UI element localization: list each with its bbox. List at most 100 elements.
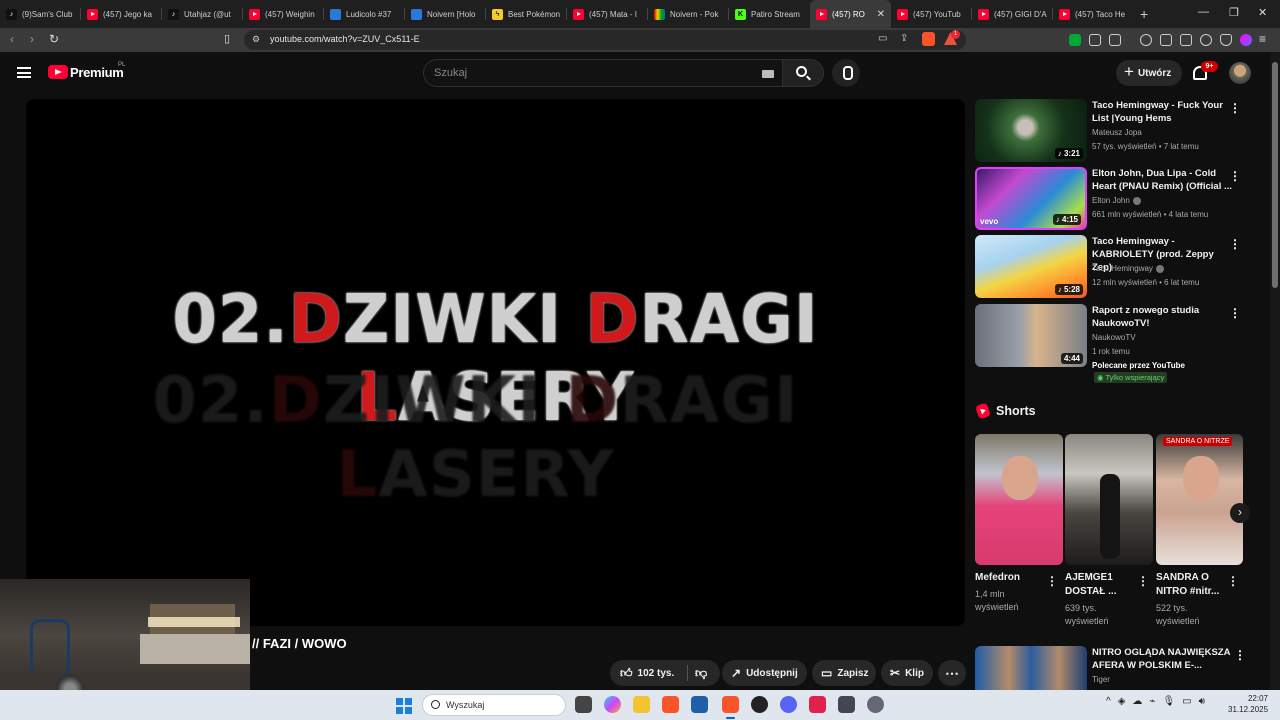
recommendation-item[interactable]: ♪ 5:28 Taco Hemingway - KABRIOLETY (prod… — [975, 235, 1255, 299]
task-view-icon[interactable] — [575, 696, 592, 713]
screenshot-icon[interactable] — [1109, 34, 1121, 46]
rec-channel[interactable]: Tiger — [1092, 675, 1110, 684]
discord-icon[interactable] — [780, 696, 797, 713]
rec-title[interactable]: Raport z nowego studia NaukowoTV! — [1092, 304, 1232, 330]
tab-weighin[interactable]: (457) Weighin — [243, 0, 324, 28]
back-icon[interactable]: ‹ — [10, 32, 14, 46]
thumbnail[interactable]: 4:44 — [975, 304, 1087, 367]
windows-start-icon[interactable] — [396, 698, 412, 714]
video-player[interactable]: 02.DZIWKI DRAGI LASERY 02.DZIWKI DRAGI L… — [26, 99, 965, 626]
forward-icon[interactable]: › — [30, 32, 34, 46]
cast-icon[interactable]: ▭ — [878, 33, 887, 44]
recommendation-item[interactable]: ♪ 3:21 Taco Hemingway - Fuck Your List |… — [975, 99, 1255, 163]
network-icon[interactable]: ⌁ — [1149, 696, 1155, 707]
create-button[interactable]: + Utwórz — [1116, 60, 1182, 86]
store-icon[interactable] — [691, 696, 708, 713]
logo-text[interactable]: Premium — [70, 65, 124, 80]
search-button[interactable] — [782, 59, 824, 87]
short-title[interactable]: AJEMGE1 DOSTAŁ ... — [1065, 571, 1135, 599]
tab-noivern-pok[interactable]: Noivern - Pok — [648, 0, 729, 28]
hamburger-menu-icon[interactable] — [17, 67, 31, 78]
display-icon[interactable]: ▭ — [1182, 696, 1191, 707]
obs-icon[interactable] — [751, 696, 768, 713]
more-options-icon[interactable]: ⋮ — [1229, 101, 1241, 115]
cloud-icon[interactable]: ☁ — [1132, 696, 1142, 707]
dislike-button[interactable]: 👎︎ — [695, 666, 707, 681]
save-button[interactable]: ▭ Zapisz — [812, 660, 876, 686]
tab-best-pokemon[interactable]: ϟ Best Pokémon — [486, 0, 567, 28]
recommendation-item[interactable]: 4:44 Raport z nowego studia NaukowoTV! N… — [975, 304, 1255, 368]
close-tab-icon[interactable]: ✕ — [877, 9, 885, 20]
thumbnail[interactable]: ♪ 5:28 — [975, 235, 1087, 298]
scrollbar-thumb[interactable] — [1272, 62, 1278, 288]
search-box[interactable]: Szukaj — [423, 59, 783, 87]
vivaldi-icon[interactable] — [809, 696, 826, 713]
short-thumbnail[interactable] — [1156, 434, 1243, 565]
microphone-icon[interactable]: 🎙︎ — [1162, 696, 1175, 707]
rec-title[interactable]: Elton John, Dua Lipa - Cold Heart (PNAU … — [1092, 167, 1232, 193]
share-button[interactable]: ↗ Udostępnij — [722, 660, 807, 686]
profile-icon[interactable] — [1240, 34, 1252, 46]
taskbar-search[interactable]: Wyszukaj — [422, 694, 566, 716]
tab-noivern-holo[interactable]: Noivern [Holo — [405, 0, 486, 28]
voice-search-button[interactable] — [832, 59, 860, 87]
more-options-icon[interactable]: ⋮ — [1229, 306, 1241, 320]
rec-channel[interactable]: Elton John — [1092, 196, 1141, 205]
search-input[interactable]: Szukaj — [434, 67, 467, 79]
tab-active-ro[interactable]: (457) RO ✕ — [810, 0, 891, 28]
reload-icon[interactable]: ↻ — [49, 32, 59, 46]
minimize-icon[interactable]: — — [1198, 6, 1209, 18]
clock[interactable]: 22:07 31.12.2025 — [1228, 693, 1268, 715]
more-options-icon[interactable]: ⋮ — [1046, 574, 1058, 588]
tab-sams-club[interactable]: ♪ (9)Sam's Club — [0, 0, 81, 28]
tab-patiro[interactable]: K Patiro Stream — [729, 0, 810, 28]
avatar[interactable] — [1229, 62, 1251, 84]
sidebar-icon[interactable] — [1160, 34, 1172, 46]
shorts-next-button[interactable]: › — [1230, 503, 1250, 523]
url-field[interactable]: ⚙ youtube.com/watch?v=ZUV_Cx511-E ▭ ⇪ 1 — [244, 30, 966, 50]
youtube-logo-icon[interactable] — [48, 65, 68, 79]
site-info-icon[interactable]: ⚙ — [252, 34, 260, 45]
close-window-icon[interactable]: ✕ — [1258, 6, 1267, 19]
vpn-icon[interactable] — [1220, 34, 1232, 46]
more-options-icon[interactable]: ⋮ — [1229, 169, 1241, 183]
bookmark-icon[interactable]: ▯ — [224, 32, 230, 45]
tab-utahjaz[interactable]: ♪ Utahjaz (@ut — [162, 0, 243, 28]
share-page-icon[interactable]: ⇪ — [900, 33, 908, 44]
brave-icon[interactable] — [662, 696, 679, 713]
rec-title[interactable]: Taco Hemingway - Fuck Your List |Young H… — [1092, 99, 1232, 125]
short-thumbnail[interactable] — [975, 434, 1063, 565]
tab-gigi[interactable]: (457) GIGI D'A — [972, 0, 1053, 28]
brave-shields-icon[interactable] — [922, 32, 935, 46]
wallet-icon[interactable] — [1180, 34, 1192, 46]
short-thumbnail[interactable] — [1065, 434, 1153, 565]
volume-icon[interactable]: 🔊︎ — [1199, 696, 1205, 707]
thumbnail[interactable]: ♪ 3:21 — [975, 99, 1087, 162]
thumbnail[interactable] — [975, 646, 1087, 690]
file-explorer-icon[interactable] — [633, 696, 650, 713]
thumbnail[interactable]: vevo ♪ 4:15 — [975, 167, 1087, 230]
tab-jego[interactable]: (457) Jego ka — [81, 0, 162, 28]
more-options-icon[interactable]: ⋮ — [1234, 648, 1246, 662]
tab-youtube[interactable]: (457) YouTub — [891, 0, 972, 28]
extension-icon[interactable] — [1069, 34, 1081, 46]
calculator-icon[interactable] — [838, 696, 855, 713]
leo-icon[interactable] — [1200, 34, 1212, 46]
tab-ludicolo[interactable]: Ludicolo #37 — [324, 0, 405, 28]
short-title[interactable]: SANDRA O NITRO #nitr... — [1156, 571, 1226, 599]
more-options-icon[interactable]: ⋮ — [1227, 574, 1239, 588]
copilot-icon[interactable] — [604, 696, 621, 713]
keyboard-icon[interactable] — [762, 70, 774, 78]
like-button[interactable]: 👍︎ 102 tys. — [620, 666, 674, 681]
puzzle-icon[interactable] — [1089, 34, 1101, 46]
tab-mata[interactable]: (457) Mata - I — [567, 0, 648, 28]
clip-button[interactable]: ✂ Klip — [881, 660, 933, 686]
music-icon[interactable] — [1140, 34, 1152, 46]
chevron-up-icon[interactable]: ^ — [1106, 696, 1111, 707]
more-actions-button[interactable]: ⋯ — [938, 660, 966, 686]
tray-app-icon[interactable]: ◈ — [1118, 696, 1126, 707]
rec-channel[interactable]: NaukowoTV — [1092, 333, 1136, 342]
more-options-icon[interactable]: ⋮ — [1137, 574, 1149, 588]
brave-active-icon[interactable] — [722, 696, 739, 719]
rec-channel[interactable]: Mateusz Jopa — [1092, 128, 1142, 137]
